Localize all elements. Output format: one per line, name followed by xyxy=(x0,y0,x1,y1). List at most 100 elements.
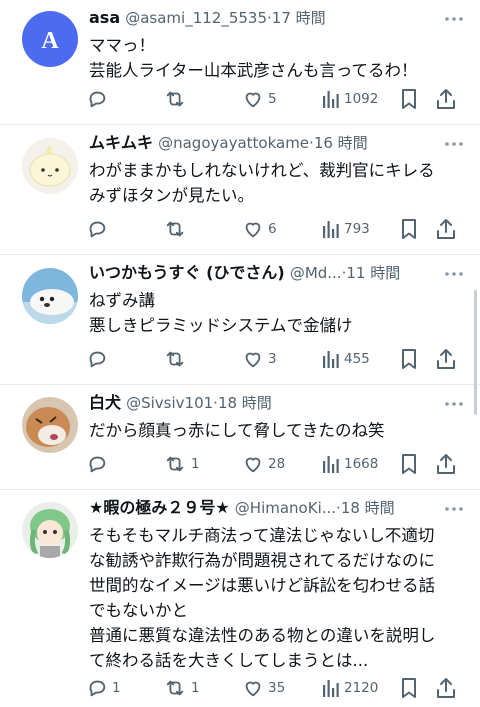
share-button[interactable] xyxy=(436,86,456,112)
display-name[interactable]: 白犬 xyxy=(89,393,121,412)
user-handle[interactable]: @HimanoKi... xyxy=(235,499,336,517)
like-count: 28 xyxy=(268,456,286,472)
reply-button[interactable]: 1 xyxy=(86,675,121,701)
tweet-text: ねずみ講 悪しきピラミッドシステムで金儲け xyxy=(89,288,466,338)
user-handle[interactable]: @Md... xyxy=(290,264,342,282)
views-button[interactable]: 1092 xyxy=(322,86,378,112)
retweet-button[interactable] xyxy=(163,346,191,372)
views-icon xyxy=(323,456,339,473)
tweet-text-line: 普通に悪質な違法性のある物との違いを説明し xyxy=(89,626,436,645)
timestamp[interactable]: 17 時間 xyxy=(272,9,326,27)
views-icon xyxy=(323,680,339,697)
tweet-header: ムキムキ @nagoyayattokame·16 時間 xyxy=(89,132,440,154)
share-button[interactable] xyxy=(436,346,456,372)
heart-icon xyxy=(245,457,261,473)
more-options-icon[interactable] xyxy=(442,9,466,29)
share-button[interactable] xyxy=(436,216,456,242)
reply-button[interactable] xyxy=(86,451,112,477)
tweet[interactable]: ★暇の極み２９号★ @HimanoKi...·18 時間 そもそもマルチ商法って… xyxy=(0,490,480,707)
reply-button[interactable] xyxy=(86,346,112,372)
avatar[interactable]: A xyxy=(22,11,78,67)
bookmark-icon xyxy=(402,349,416,369)
more-options-icon[interactable] xyxy=(442,134,466,154)
view-count: 455 xyxy=(344,351,370,367)
more-options-icon[interactable] xyxy=(442,264,466,284)
tweet-header: 白犬 @Sivsiv101·18 時間 xyxy=(89,392,440,414)
reply-icon xyxy=(89,221,106,238)
heart-icon xyxy=(245,352,261,368)
avatar[interactable] xyxy=(22,138,78,194)
tweet-text-line: ママっ！ xyxy=(89,36,155,55)
tweet-text-line: だから顔真っ赤にして脅してきたのね笑 xyxy=(89,421,385,440)
bookmark-button[interactable] xyxy=(400,86,418,112)
retweet-button[interactable] xyxy=(163,216,191,242)
like-button[interactable]: 35 xyxy=(242,675,285,701)
more-options-icon[interactable] xyxy=(442,499,466,519)
timestamp[interactable]: 18 時間 xyxy=(218,394,272,412)
display-name[interactable]: ムキムキ xyxy=(89,133,153,152)
like-count: 5 xyxy=(268,91,277,107)
action-bar: 1 1 35 2120 xyxy=(86,675,466,701)
timestamp[interactable]: 18 時間 xyxy=(341,499,395,517)
action-bar: 1 28 1668 xyxy=(86,451,466,477)
bookmark-button[interactable] xyxy=(400,451,418,477)
tweet[interactable]: 白犬 @Sivsiv101·18 時間 だから顔真っ赤にして脅してきたのね笑 1… xyxy=(0,385,480,490)
display-name[interactable]: いつかもうすぐ (ひでさん) xyxy=(89,263,285,282)
like-button[interactable]: 3 xyxy=(242,346,277,372)
tweet[interactable]: ムキムキ @nagoyayattokame·16 時間 わがままかもしれないけれ… xyxy=(0,125,480,255)
timestamp[interactable]: 11 時間 xyxy=(346,264,400,282)
retweet-button[interactable]: 1 xyxy=(163,451,200,477)
display-name[interactable]: asa xyxy=(89,8,120,27)
bookmark-icon xyxy=(402,219,416,239)
views-icon xyxy=(323,91,339,108)
view-count: 793 xyxy=(344,221,370,237)
reply-icon xyxy=(89,351,106,368)
tweet-text-line: 芸能人ライター山本武彦さんも言ってるわ！ xyxy=(89,61,418,80)
retweet-icon xyxy=(166,91,184,107)
views-button[interactable]: 1668 xyxy=(322,451,378,477)
tweet[interactable]: いつかもうすぐ (ひでさん) @Md...·11 時間 ねずみ講 悪しきピラミッ… xyxy=(0,255,480,385)
share-icon xyxy=(437,219,455,239)
tweet-header: asa @asami_112_5535·17 時間 xyxy=(89,7,440,29)
avatar[interactable] xyxy=(22,502,78,558)
bookmark-button[interactable] xyxy=(400,346,418,372)
reply-button[interactable] xyxy=(86,216,112,242)
tweet-text: だから顔真っ赤にして脅してきたのね笑 xyxy=(89,418,466,443)
display-name[interactable]: ★暇の極み２９号★ xyxy=(89,498,230,517)
views-button[interactable]: 793 xyxy=(322,216,370,242)
bookmark-button[interactable] xyxy=(400,675,418,701)
avatar[interactable] xyxy=(22,397,78,453)
like-button[interactable]: 6 xyxy=(242,216,277,242)
retweet-icon xyxy=(166,221,184,237)
views-button[interactable]: 2120 xyxy=(322,675,378,701)
retweet-icon xyxy=(166,351,184,367)
scrollbar[interactable] xyxy=(474,290,477,415)
tweet-text: ママっ！ 芸能人ライター山本武彦さんも言ってるわ！ xyxy=(89,33,466,83)
heart-icon xyxy=(245,681,261,697)
retweet-button[interactable] xyxy=(163,86,191,112)
user-handle[interactable]: @Sivsiv101 xyxy=(126,394,213,412)
like-count: 6 xyxy=(268,221,277,237)
tweet-text-line: そもそもマルチ商法って違法じゃないし不適切 xyxy=(89,526,435,545)
reply-button[interactable] xyxy=(86,86,112,112)
reply-icon xyxy=(89,91,106,108)
timestamp[interactable]: 16 時間 xyxy=(314,134,368,152)
retweet-icon xyxy=(166,680,184,696)
tweet[interactable]: A asa @asami_112_5535·17 時間 ママっ！ 芸能人ライター… xyxy=(0,0,480,125)
like-button[interactable]: 28 xyxy=(242,451,285,477)
avatar-letter: A xyxy=(41,28,59,54)
more-options-icon[interactable] xyxy=(442,394,466,414)
user-handle[interactable]: @asami_112_5535 xyxy=(125,9,267,27)
like-button[interactable]: 5 xyxy=(242,86,277,112)
retweet-button[interactable]: 1 xyxy=(163,675,200,701)
bookmark-icon xyxy=(402,678,416,698)
share-icon xyxy=(437,454,455,474)
bookmark-button[interactable] xyxy=(400,216,418,242)
share-button[interactable] xyxy=(436,451,456,477)
share-button[interactable] xyxy=(436,675,456,701)
reply-feed: A asa @asami_112_5535·17 時間 ママっ！ 芸能人ライター… xyxy=(0,0,480,707)
reply-icon xyxy=(89,456,106,473)
avatar[interactable] xyxy=(22,268,78,324)
views-button[interactable]: 455 xyxy=(322,346,370,372)
user-handle[interactable]: @nagoyayattokame xyxy=(158,134,309,152)
